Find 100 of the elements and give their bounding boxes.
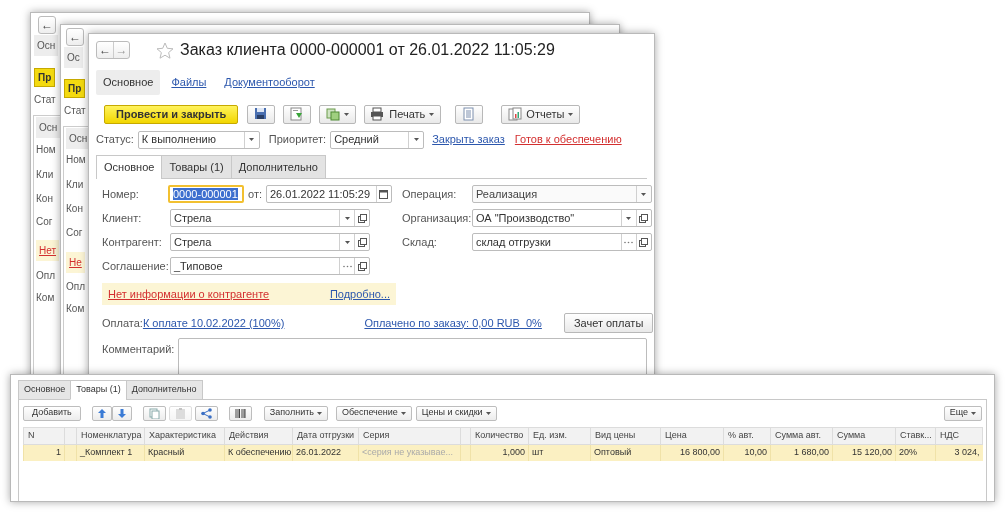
warning-link[interactable]: Не [66,252,85,273]
copy-button[interactable] [142,405,166,421]
dropdown-icon [344,216,350,220]
select-field[interactable]: Стрела [170,209,370,227]
column-header[interactable]: Ед. изм. [528,427,591,444]
menu-button[interactable]: Цены и скидки [415,405,497,421]
section-link[interactable]: Документооборот [217,70,322,95]
share-button[interactable] [194,405,218,421]
column-header[interactable]: НДС [935,427,983,444]
field-label: Кли [36,168,54,182]
menu-button[interactable]: Отчеты [501,104,581,124]
number-field[interactable]: 0000-000001 [168,185,244,203]
paid-link[interactable]: Оплачено по заказу: 0,00 RUB 0% [364,314,542,332]
offset-payment-button[interactable]: Зачет оплаты [563,313,654,333]
column-header[interactable]: Дата отгрузки [292,427,359,444]
field-label: Соглашение: [102,258,170,274]
tab[interactable]: Осн [34,35,59,56]
field-label: Номер: [102,186,140,202]
more-icon [342,264,352,268]
field-label: Опл [36,269,56,283]
details-link[interactable]: Подробно... [329,285,390,303]
open-icon [357,261,367,271]
column-header[interactable]: Количество [470,427,529,444]
tab[interactable]: Товары (1) [70,380,127,400]
open-icon [357,237,367,247]
post-and-close-button[interactable]: Провести и закрыть [104,104,239,124]
column-header[interactable]: Действия [224,427,293,444]
menu-button[interactable]: Обеспечение [335,405,412,421]
select-field[interactable]: Стрела [170,233,370,251]
field-label: Клиент: [102,210,143,226]
section-link[interactable]: Основное [96,70,161,95]
column-header[interactable]: Сумма [832,427,896,444]
save-button[interactable] [247,104,276,124]
column-header[interactable]: Серия [358,427,461,444]
field-label: Контрагент: [102,234,163,250]
select-field[interactable]: склад отгрузки [472,233,652,251]
column-header[interactable]: Сумма авт. [770,427,833,444]
tab[interactable]: Ос [64,47,83,68]
document-button[interactable] [283,104,312,124]
field-label: Приоритет: [268,132,327,148]
action-link[interactable]: Готов к обеспечению [514,131,622,148]
calendar-icon [379,189,389,199]
back-button[interactable]: ← [67,29,83,45]
back-button[interactable]: ← [39,17,55,33]
barcode-icon [234,407,246,419]
column-header[interactable]: Характеристика [144,427,225,444]
warning-link[interactable]: Нет [36,240,60,261]
field-label: Кли [66,178,84,192]
action-link[interactable]: Закрыть заказ [432,131,505,148]
menu-button[interactable]: Заполнить [263,405,328,421]
star-icon[interactable] [156,41,174,59]
back-button[interactable]: ← [97,42,113,58]
field-label: Склад: [402,234,438,250]
copy-icon [148,407,160,419]
printer-icon [371,107,386,121]
add-button[interactable]: Добавить [23,405,81,421]
priority-select[interactable]: Средний [330,130,425,149]
tab[interactable]: Дополнительно [125,380,203,400]
field-label: Операция: [402,186,458,202]
column-header[interactable]: Цена [660,427,724,444]
section-link[interactable]: Файлы [164,70,214,95]
move-down-button[interactable] [111,405,132,421]
field-label: Кон [36,192,53,206]
select-field: Реализация [472,185,652,203]
tab[interactable]: Осн [36,117,61,138]
field-label: Организация: [402,210,472,226]
caret-icon [568,112,574,116]
field-label: Статус: [96,132,134,148]
tab[interactable]: Дополнительно [230,154,326,178]
column-header[interactable]: Ставк... [895,427,936,444]
tab[interactable]: Товары (1) [161,154,232,178]
document-icon [290,107,305,121]
column-header[interactable]: Вид цены [590,427,661,444]
copy-menu-button[interactable] [319,104,357,124]
tab[interactable]: Осн [66,128,91,149]
column-header[interactable]: % авт. [723,427,771,444]
payment-link[interactable]: К оплате 10.02.2022 (100%) [142,314,285,332]
move-up-button[interactable] [91,405,112,421]
menu-button[interactable]: Печать [364,104,442,124]
tab[interactable]: Основное [96,154,163,179]
post-button[interactable]: Пр [64,79,86,98]
field-label: Комментарий: [102,342,176,355]
column-header[interactable]: Номенклатура [76,427,145,444]
warning-link[interactable]: Нет информации о контрагенте [108,285,270,303]
menu-button[interactable]: Еще [943,405,982,421]
caret-icon [316,411,322,415]
barcode-button[interactable] [228,405,252,421]
column-header[interactable]: N [23,427,65,444]
field-label: Ком [36,291,55,305]
tab[interactable]: Основное [18,380,72,400]
field-label: Стат [64,104,86,118]
status-select[interactable]: К выполнению [137,130,260,149]
select-field[interactable]: ОА "Производство" [472,209,652,227]
list-button[interactable] [455,104,484,124]
select-field[interactable]: _Типовое [170,257,370,275]
field-label: Ном [36,143,56,157]
save-icon [254,107,269,121]
field-label: от: [248,186,262,202]
post-button[interactable]: Пр [34,68,56,87]
date-field[interactable]: 26.01.2022 11:05:29 [266,185,392,203]
